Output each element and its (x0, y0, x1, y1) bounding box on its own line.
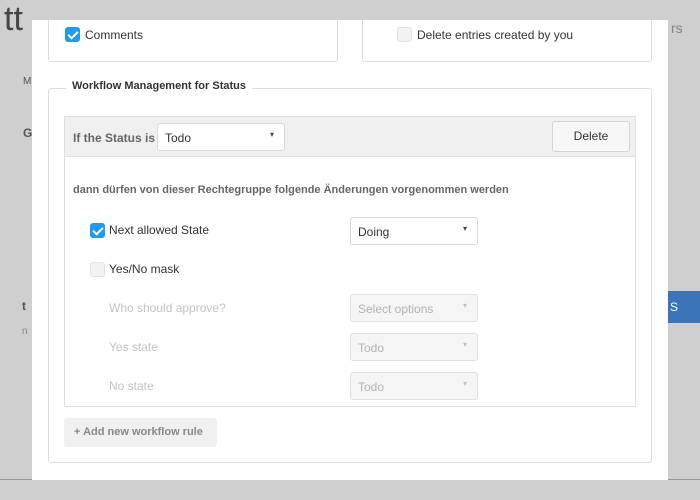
background-text-fragment: rs (671, 20, 683, 36)
no-state-select-value: Todo (358, 380, 385, 394)
approver-select[interactable]: Select options ▾ (350, 294, 478, 322)
approver-select-placeholder: Select options (358, 302, 434, 316)
comments-label: Comments (85, 28, 144, 42)
status-condition-label: If the Status is (73, 131, 156, 145)
no-state-select[interactable]: Todo ▾ (350, 372, 478, 400)
background-button-label: S (670, 300, 679, 314)
workflow-rule: If the Status is Todo ▾ Delete dann dürf… (64, 116, 636, 407)
caret-down-icon: ▾ (462, 301, 467, 310)
no-state-label: No state (109, 379, 154, 393)
rule-description: dann dürfen von dieser Rechtegruppe folg… (73, 184, 509, 196)
background-text-fragment: n (22, 326, 28, 337)
yesno-mask-checkbox[interactable] (90, 262, 105, 277)
next-state-checkbox[interactable] (90, 223, 105, 238)
yes-state-select[interactable]: Todo ▾ (350, 333, 478, 361)
yesno-mask-label: Yes/No mask (109, 262, 180, 276)
delete-rule-button[interactable]: Delete (552, 121, 630, 152)
workflow-legend: Workflow Management for Status (66, 80, 252, 92)
background-text-fragment: tt (4, 0, 23, 38)
comments-checkbox[interactable] (65, 27, 80, 42)
delete-own-option-box: Delete entries created by you (362, 20, 652, 62)
approve-label: Who should approve? (109, 301, 226, 315)
status-select[interactable]: Todo ▾ (157, 123, 285, 151)
background-text-fragment: G (23, 126, 33, 140)
caret-down-icon: ▾ (462, 379, 467, 388)
yes-state-label: Yes state (109, 340, 158, 354)
workflow-modal: Comments Delete entries created by you W… (32, 20, 668, 480)
status-select-value: Todo (165, 131, 192, 145)
next-state-select-value: Doing (358, 225, 390, 239)
workflow-rule-header: If the Status is Todo ▾ Delete (65, 117, 635, 157)
delete-own-entries-label: Delete entries created by you (417, 28, 574, 42)
caret-down-icon: ▾ (269, 130, 274, 139)
add-workflow-rule-button[interactable]: + Add new workflow rule (64, 418, 217, 447)
comments-option-box: Comments (48, 20, 338, 62)
background-text-fragment: t (22, 299, 26, 313)
background-button: S (668, 291, 700, 323)
yes-state-select-value: Todo (358, 341, 385, 355)
caret-down-icon: ▾ (462, 224, 467, 233)
next-state-select[interactable]: Doing ▾ (350, 217, 478, 245)
caret-down-icon: ▾ (462, 340, 467, 349)
next-state-label: Next allowed State (109, 223, 210, 237)
background-text-fragment: M (23, 76, 32, 87)
delete-own-entries-checkbox[interactable] (397, 27, 412, 42)
